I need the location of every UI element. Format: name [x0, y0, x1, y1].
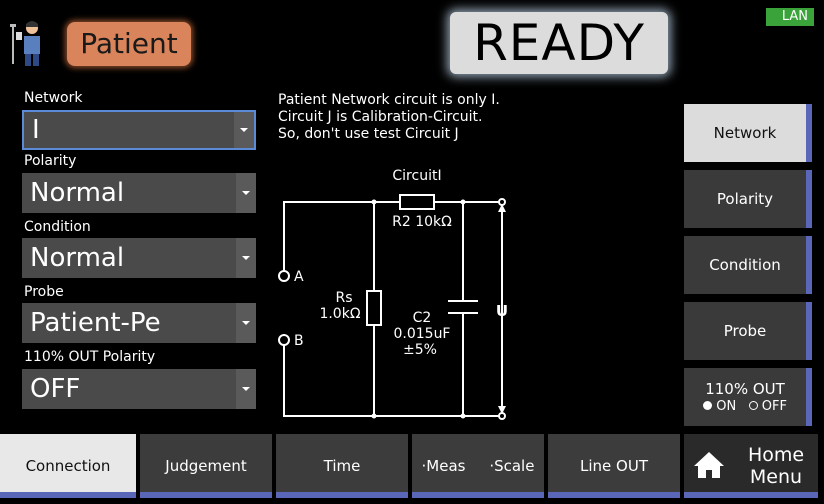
- circuit-diagram: CircuitI R2 10kΩ A B Rs 1.0kΩ C2 0.015uF…: [278, 168, 508, 420]
- network-select[interactable]: I: [22, 110, 256, 150]
- side-polarity-button[interactable]: Polarity: [684, 170, 812, 228]
- side-polarity-label: Polarity: [716, 190, 774, 208]
- home-menu-button[interactable]: Home Menu: [684, 434, 818, 498]
- home-menu-label: Home Menu: [734, 444, 818, 488]
- radio-on-label: ON: [716, 399, 737, 414]
- radio-off-label: OFF: [761, 399, 787, 414]
- tab-meas-label: ·Meas: [421, 457, 466, 475]
- lan-badge: LAN: [766, 8, 814, 26]
- probe-label: Probe: [24, 284, 64, 300]
- chevron-down-icon: [236, 238, 256, 278]
- patient-icon: [10, 21, 40, 66]
- tab-connection[interactable]: Connection: [0, 434, 136, 498]
- network-value: I: [32, 115, 40, 145]
- status-display: READY: [450, 12, 668, 74]
- polarity-select[interactable]: Normal: [22, 173, 256, 213]
- condition-label: Condition: [24, 219, 91, 235]
- c2-name: C2: [413, 310, 432, 326]
- note-line: So, don't use test Circuit J: [278, 126, 459, 142]
- node-b-label: B: [294, 333, 304, 349]
- polarity-label: Polarity: [24, 153, 77, 169]
- side-condition-label: Condition: [709, 256, 781, 274]
- chevron-down-icon: [236, 369, 256, 409]
- side-probe-label: Probe: [723, 322, 767, 340]
- tab-line-out[interactable]: Line OUT: [548, 434, 680, 498]
- probe-value: Patient-Pe: [30, 308, 161, 338]
- tab-scale-label: ·Scale: [489, 457, 535, 475]
- radio-off-icon: [748, 401, 758, 410]
- side-network-button[interactable]: Network: [684, 104, 812, 162]
- circuit-title: CircuitI: [392, 168, 441, 184]
- circuit-note: Patient Network circuit is only I. Circu…: [278, 92, 658, 143]
- rs-value: 1.0kΩ: [319, 306, 360, 322]
- tab-judgement[interactable]: Judgement: [140, 434, 272, 498]
- rs-name: Rs: [335, 290, 352, 306]
- condition-value: Normal: [30, 243, 125, 273]
- out110-select[interactable]: OFF: [22, 369, 256, 409]
- r2-label: R2 10kΩ: [392, 214, 452, 230]
- side-network-label: Network: [713, 124, 777, 142]
- mode-indicator: Patient: [67, 22, 191, 66]
- top-bar: Patient READY LAN: [0, 0, 824, 84]
- c2-tolerance: ±5%: [403, 342, 437, 358]
- chevron-down-icon: [236, 303, 256, 343]
- polarity-value: Normal: [30, 178, 125, 208]
- tab-meas-scale[interactable]: ·Meas ·Scale: [412, 434, 544, 498]
- menu-label: Menu: [749, 466, 803, 488]
- home-icon: [694, 452, 724, 478]
- condition-select[interactable]: Normal: [22, 238, 256, 278]
- note-line: Circuit J is Calibration-Circuit.: [278, 109, 483, 125]
- u-label: U: [496, 302, 508, 320]
- side-condition-button[interactable]: Condition: [684, 236, 812, 294]
- chevron-down-icon: [234, 112, 254, 148]
- home-label: Home: [747, 444, 805, 466]
- out110-label: 110% OUT Polarity: [24, 349, 156, 365]
- side-out110-button[interactable]: 110% OUT ON OFF: [684, 368, 812, 426]
- side-out110-label: 110% OUT: [705, 380, 785, 398]
- out110-value: OFF: [30, 374, 81, 404]
- node-a-label: A: [294, 269, 304, 285]
- note-line: Patient Network circuit is only I.: [278, 92, 500, 108]
- probe-select[interactable]: Patient-Pe: [22, 303, 256, 343]
- tab-time[interactable]: Time: [276, 434, 408, 498]
- out110-radio-group: ON OFF: [684, 398, 806, 416]
- side-probe-button[interactable]: Probe: [684, 302, 812, 360]
- c2-value: 0.015uF: [393, 326, 450, 342]
- network-label: Network: [24, 90, 83, 106]
- radio-on-icon: [703, 401, 713, 410]
- chevron-down-icon: [236, 173, 256, 213]
